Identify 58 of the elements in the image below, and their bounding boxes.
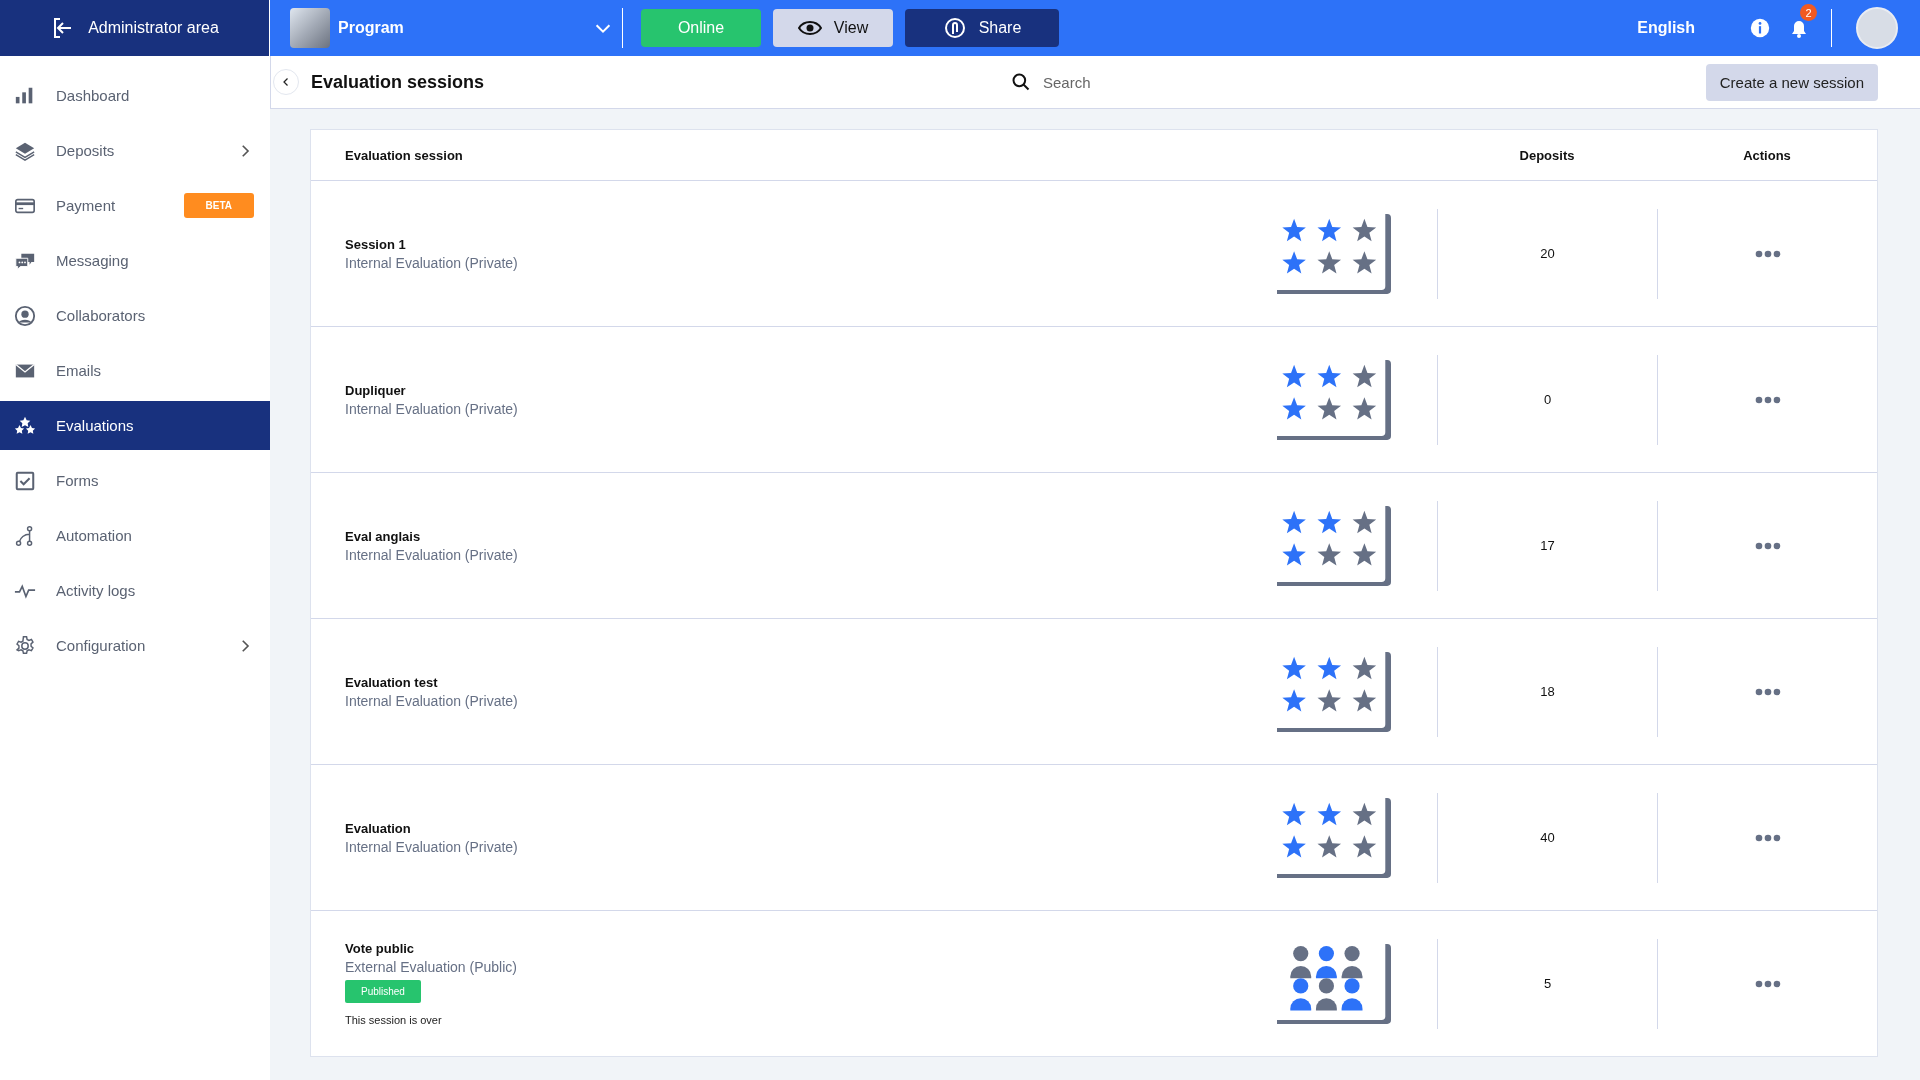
column-header: Deposits bbox=[1519, 147, 1575, 163]
deposit-count: 17 bbox=[1540, 538, 1555, 553]
sidebar-item[interactable]: Forms bbox=[0, 453, 270, 508]
deposit-count: 0 bbox=[1543, 392, 1552, 407]
sidebar-item[interactable]: Payment BETA bbox=[0, 178, 270, 233]
sidebar-item[interactable]: Emails bbox=[0, 343, 270, 398]
sidebar-item[interactable]: Deposits bbox=[0, 123, 270, 178]
create-session-button[interactable]: Create a new session bbox=[1705, 63, 1878, 101]
sidebar-item[interactable]: Evaluations bbox=[0, 401, 270, 450]
session-type: External Evaluation (Public) bbox=[345, 959, 517, 975]
session-name: Eval anglais bbox=[345, 528, 421, 544]
info-icon[interactable] bbox=[1749, 17, 1771, 39]
column-header: Actions bbox=[1743, 147, 1791, 163]
session-type: Internal Evaluation (Private) bbox=[345, 838, 518, 855]
deposit-count: 20 bbox=[1540, 246, 1555, 261]
administrator-area-link[interactable]: Administrator area bbox=[0, 0, 270, 56]
session-type: Internal Evaluation (Private) bbox=[345, 254, 518, 271]
deposit-count: 18 bbox=[1540, 684, 1555, 699]
session-note: This session is over bbox=[345, 1014, 442, 1026]
session-type: Internal Evaluation (Private) bbox=[345, 692, 518, 709]
more-options-icon[interactable] bbox=[1754, 249, 1781, 258]
session-name: Evaluation test bbox=[345, 674, 438, 690]
sidebar-item[interactable]: Configuration bbox=[0, 618, 270, 673]
share-icon bbox=[942, 16, 967, 40]
settings-icon bbox=[14, 634, 36, 657]
deposit-count: 40 bbox=[1540, 830, 1555, 845]
more-options-icon[interactable] bbox=[1754, 395, 1781, 404]
deposit-count: 5 bbox=[1543, 976, 1552, 991]
share-button[interactable]: Share bbox=[905, 9, 1059, 47]
notification-count: 2 bbox=[1800, 4, 1817, 21]
more-options-icon[interactable] bbox=[1754, 687, 1781, 696]
session-type: Internal Evaluation (Private) bbox=[345, 546, 518, 563]
session-name: Vote public bbox=[345, 941, 415, 956]
photo-placeholder bbox=[290, 8, 330, 48]
view-button[interactable]: View bbox=[773, 9, 893, 47]
session-name: Dupliquer bbox=[345, 382, 406, 398]
more-options-icon[interactable] bbox=[1754, 979, 1781, 988]
collapse-sidebar-button[interactable] bbox=[273, 69, 299, 95]
session-name: Evaluation bbox=[345, 820, 411, 836]
column-header: Evaluation session bbox=[344, 147, 464, 163]
more-options-icon[interactable] bbox=[1754, 541, 1781, 550]
session-name: Session 1 bbox=[345, 236, 406, 252]
sidebar-item[interactable]: Dashboard bbox=[0, 68, 270, 123]
program-selector[interactable]: Program bbox=[270, 8, 622, 48]
language-selector[interactable]: English bbox=[1637, 19, 1695, 37]
status-badge: Published bbox=[345, 980, 421, 1003]
sidebar-item[interactable]: Messaging bbox=[0, 233, 270, 288]
page-title: Evaluation sessions bbox=[311, 71, 486, 93]
checkbox-icon bbox=[14, 469, 36, 492]
search-icon bbox=[1011, 72, 1031, 92]
beta-badge: BETA bbox=[183, 193, 254, 218]
sidebar-item[interactable]: Activity logs bbox=[0, 563, 270, 618]
sidebar-item[interactable]: Collaborators bbox=[0, 288, 270, 343]
avatar[interactable] bbox=[1856, 7, 1898, 49]
session-type: Internal Evaluation (Private) bbox=[345, 400, 518, 417]
sidebar-item[interactable]: Automation bbox=[0, 508, 270, 563]
more-options-icon[interactable] bbox=[1754, 833, 1781, 842]
user-circle-icon bbox=[14, 304, 36, 327]
